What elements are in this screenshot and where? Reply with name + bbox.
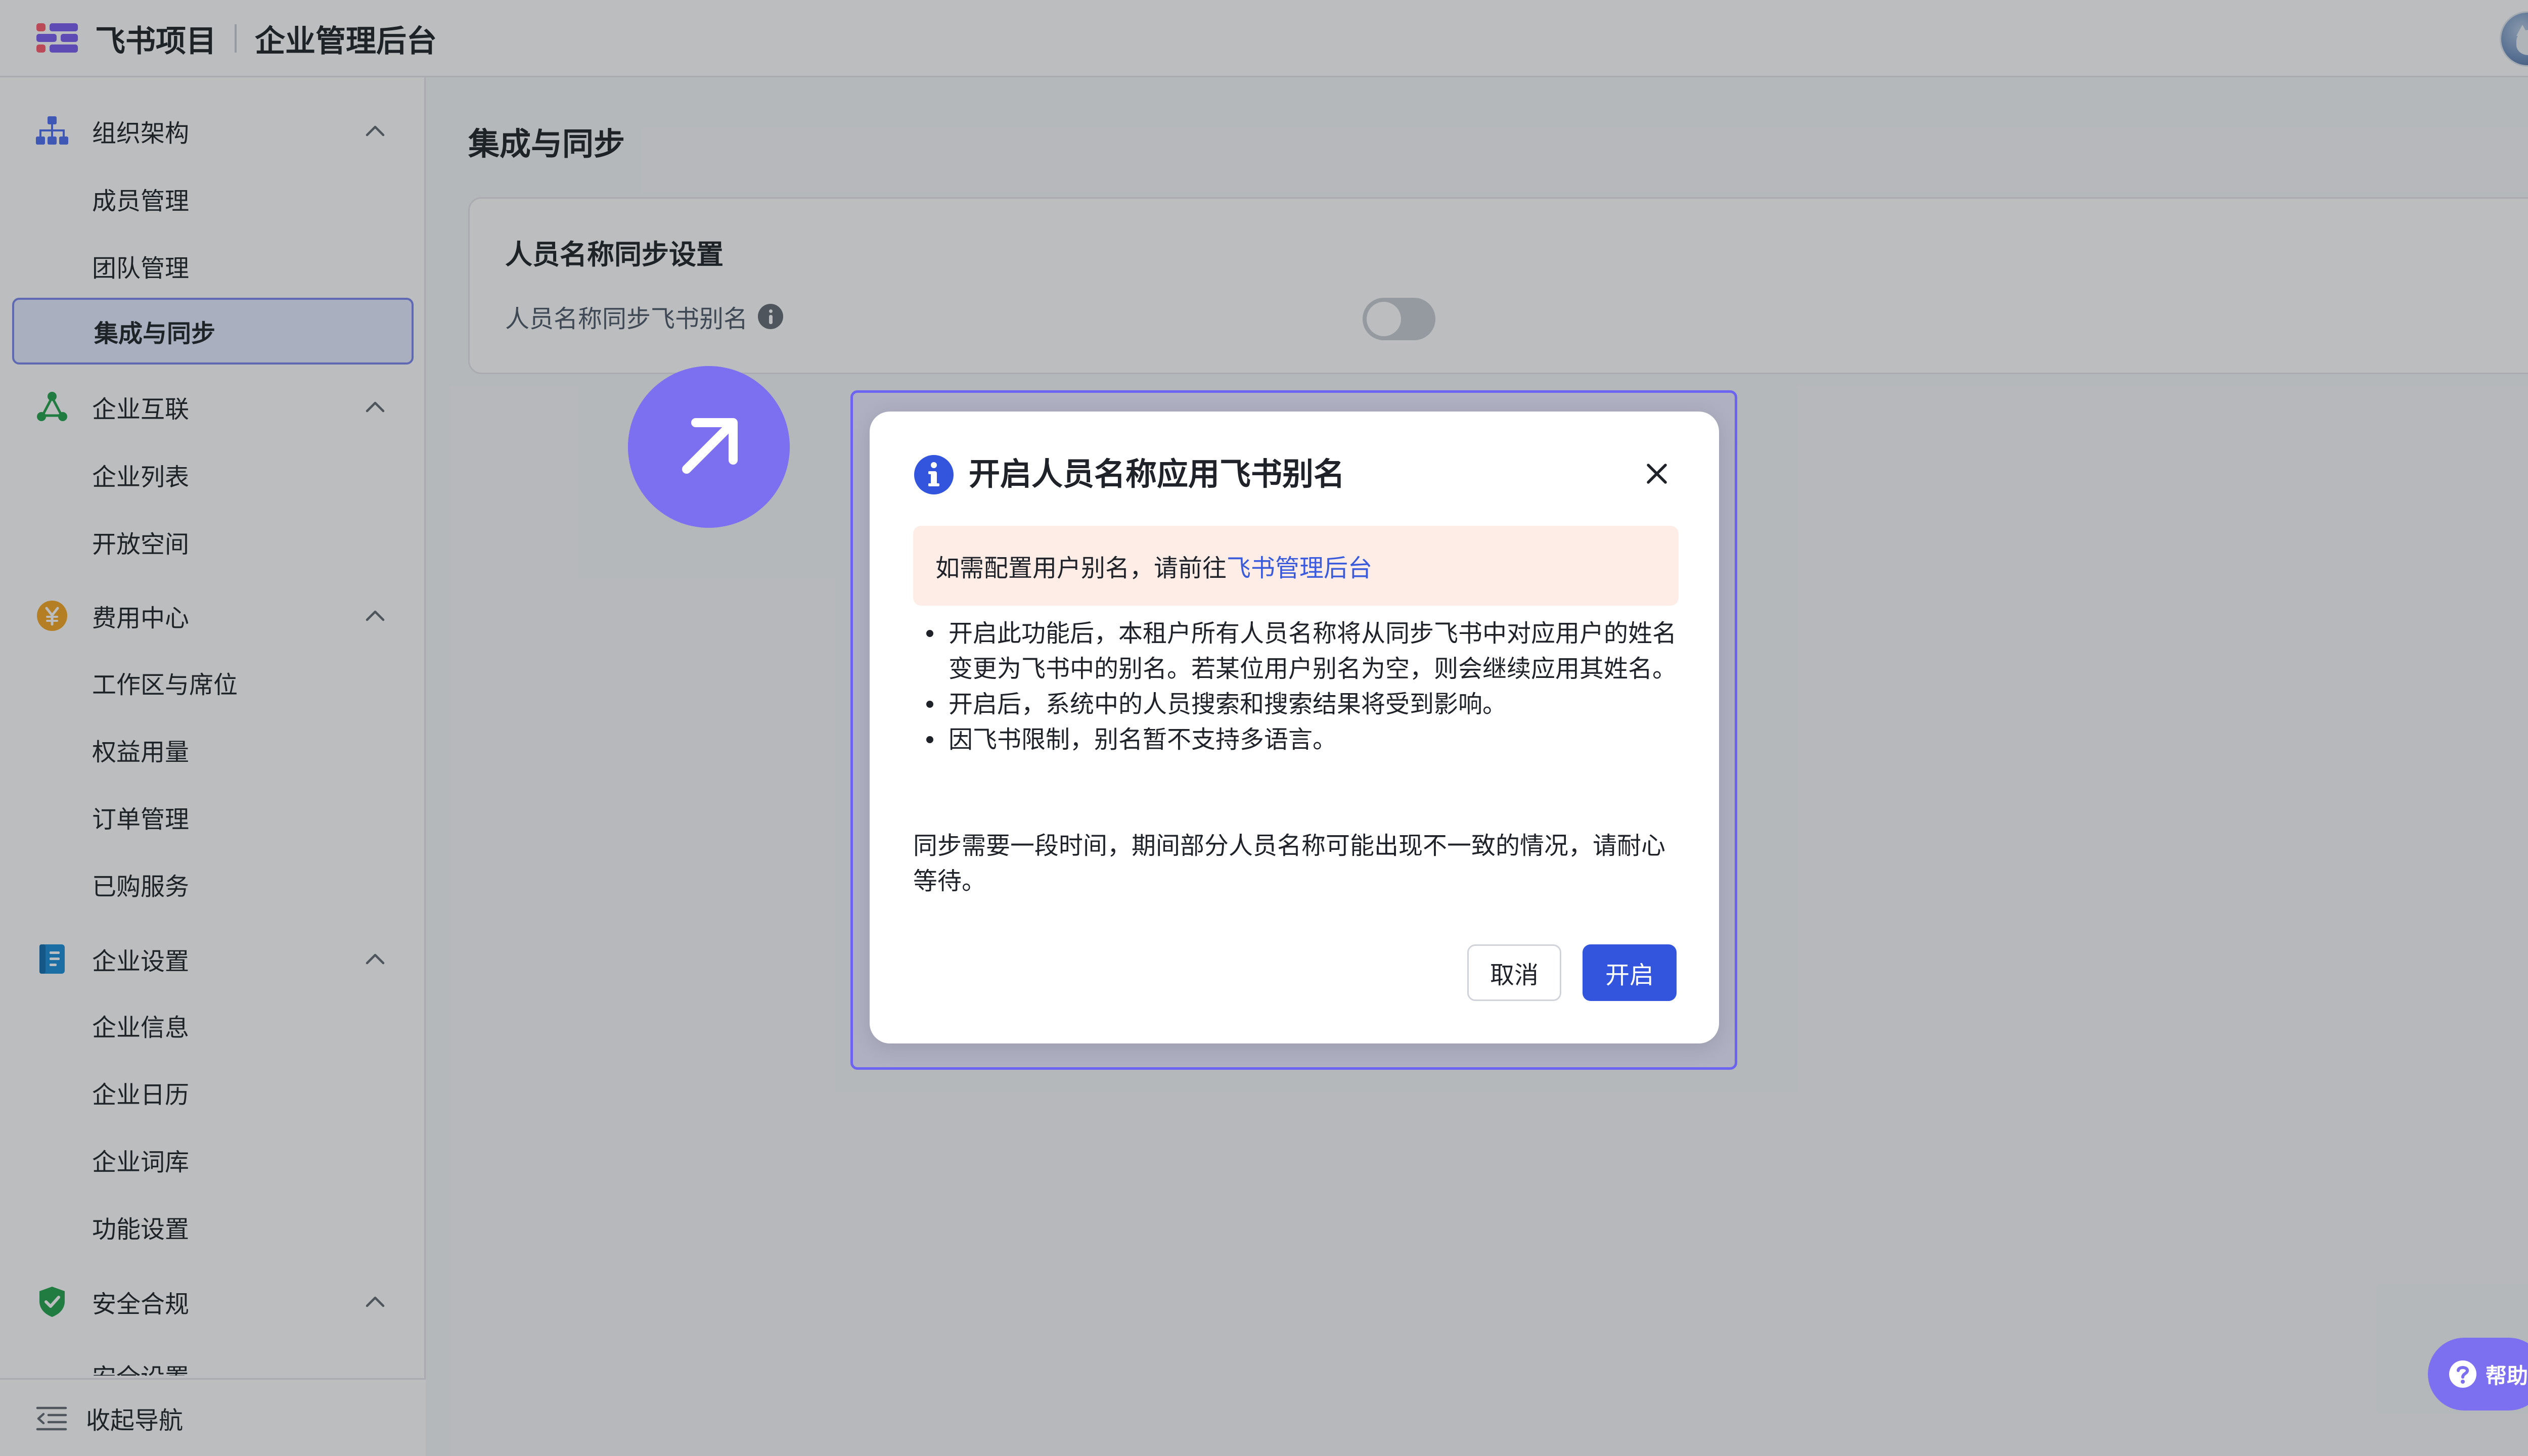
cancel-button[interactable]: 取消	[1467, 944, 1561, 1001]
bullet-item: 因飞书限制，别名暂不支持多语言。	[913, 722, 1679, 757]
bullet-item: 开启后，系统中的人员搜索和搜索结果将受到影响。	[913, 687, 1679, 722]
sync-wait-note: 同步需要一段时间，期间部分人员名称可能出现不一致的情况，请耐心等待。	[913, 832, 1666, 895]
enable-alias-dialog: 开启人员名称应用飞书别名 如需配置用户别名，请前往飞书管理后台 开启此功能后，本…	[870, 412, 1719, 1043]
feishu-admin-link[interactable]: 飞书管理后台	[1227, 554, 1372, 582]
help-label: 帮助	[2486, 1363, 2528, 1388]
help-button[interactable]: 帮助	[2428, 1338, 2528, 1410]
dialog-bullet-list: 开启此功能后，本租户所有人员名称将从同步飞书中对应用户的姓名变更为飞书中的别名。…	[913, 616, 1679, 757]
notice-prefix: 如需配置用户别名，请前往	[935, 554, 1227, 582]
enable-button[interactable]: 开启	[1583, 944, 1677, 1001]
question-circle-icon	[2449, 1360, 2476, 1388]
app-root: 飞书项目 企业管理后台 组织架构 成员管理 团队管理 集成与同步 企业互联 企业…	[0, 0, 2528, 1456]
alias-config-notice: 如需配置用户别名，请前往飞书管理后台	[913, 526, 1679, 606]
pointer-arrow-icon	[628, 366, 790, 528]
info-circle-icon	[914, 455, 954, 494]
notice-text: 如需配置用户别名，请前往飞书管理后台	[935, 548, 1372, 583]
bullet-item: 开启此功能后，本租户所有人员名称将从同步飞书中对应用户的姓名变更为飞书中的别名。…	[913, 616, 1679, 687]
dialog-title: 开启人员名称应用飞书别名	[969, 456, 1345, 492]
close-icon[interactable]	[1641, 458, 1673, 489]
